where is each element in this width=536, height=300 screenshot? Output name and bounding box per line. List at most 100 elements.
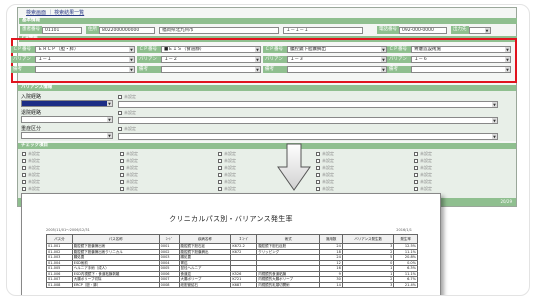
severity-detail-select[interactable]	[118, 133, 498, 140]
note-label: 備考	[11, 66, 35, 73]
table-cell: 内視鏡的乳頭切開術	[256, 281, 321, 288]
variance-panel: 入院経路 未設定 退院経路 未設定 重症区分 未設定	[18, 91, 516, 141]
note-select[interactable]	[411, 66, 511, 73]
check-item[interactable]: 未設定	[120, 172, 138, 178]
check-item-label: 未設定	[126, 186, 138, 191]
check-item[interactable]: 未設定	[22, 158, 40, 164]
cp-number-label: ＣＰ番号	[387, 46, 411, 53]
admission-route-select[interactable]	[21, 100, 113, 107]
check-item[interactable]: 未設定	[22, 151, 40, 157]
patient-id-label: 患者番号	[20, 26, 42, 34]
table-cell: 21.4%	[393, 281, 418, 288]
check-item[interactable]: 未設定	[414, 179, 432, 185]
variance-select[interactable]: １－３	[287, 56, 387, 63]
check-item[interactable]: 未設定	[218, 165, 236, 171]
check-item-label: 未設定	[28, 158, 40, 163]
check-item[interactable]: 未設定	[22, 165, 40, 171]
check-item[interactable]: 未設定	[316, 172, 334, 178]
check-item[interactable]: 未設定	[120, 179, 138, 185]
table-header-cell: パス名称	[71, 234, 160, 244]
city-field[interactable]: 福岡県北九州市	[159, 26, 279, 34]
check-item[interactable]: 未設定	[414, 186, 432, 192]
check-item[interactable]: 未設定	[120, 186, 138, 192]
check-item[interactable]: 未設定	[316, 186, 334, 192]
checkbox	[218, 159, 222, 163]
discharge-option[interactable]: 未設定	[118, 110, 136, 116]
check-item-label: 未設定	[28, 179, 40, 184]
checkbox	[316, 166, 320, 170]
variance-label: バリアンス	[263, 56, 287, 69]
check-item[interactable]: 未設定	[316, 165, 334, 171]
check-item[interactable]: 未設定	[414, 151, 432, 157]
check-item-label: 未設定	[420, 158, 432, 163]
check-item[interactable]: 未設定	[120, 165, 138, 171]
check-item-label: 未設定	[28, 151, 40, 156]
checkbox	[120, 159, 124, 163]
checkbox	[22, 152, 26, 156]
patient-id-field[interactable]: 01101	[42, 26, 82, 34]
checkbox	[316, 159, 320, 163]
checkbox	[218, 173, 222, 177]
check-item-label: 未設定	[420, 165, 432, 170]
cp-number-select[interactable]: 胃瘻造設術施	[411, 46, 511, 53]
check-item-label: 未設定	[126, 165, 138, 170]
severity-option[interactable]: 未設定	[118, 126, 136, 132]
discharge-route-select[interactable]	[21, 116, 113, 123]
check-item[interactable]: 未設定	[218, 186, 236, 192]
address2-field[interactable]: １－１－１	[283, 26, 363, 34]
discharge-route-label: 退院経路	[21, 110, 42, 116]
check-item[interactable]: 未設定	[414, 165, 432, 171]
check-item[interactable]: 未設定	[22, 179, 40, 185]
variance-select[interactable]: １－６	[411, 56, 511, 63]
note-select[interactable]	[35, 66, 135, 73]
screenshot-frame: 検索画面 ｜ 検索結果一覧 基本情報 患者番号 01101 住所 8022000…	[6, 4, 530, 296]
check-item[interactable]: 未設定	[22, 172, 40, 178]
phone-field[interactable]: 092-000-0000	[399, 26, 447, 34]
check-item[interactable]: 未設定	[120, 151, 138, 157]
check-item[interactable]: 未設定	[414, 158, 432, 164]
severity-select[interactable]	[21, 132, 113, 139]
check-item[interactable]: 未設定	[218, 172, 236, 178]
variance-select[interactable]: １－２	[161, 56, 261, 63]
report-print-date: 2016/1/1	[396, 228, 412, 232]
check-item[interactable]: 未設定	[218, 151, 236, 157]
checkbox	[414, 173, 418, 177]
checkbox	[22, 173, 26, 177]
postal-field[interactable]: 8022000000000	[99, 26, 155, 34]
admission-route-label: 入院経路	[21, 94, 42, 100]
check-item[interactable]: 未設定	[218, 158, 236, 164]
check-item-label: 未設定	[322, 151, 334, 156]
admission-detail-select[interactable]	[118, 101, 498, 108]
checkbox	[218, 187, 222, 191]
check-item[interactable]: 未設定	[120, 158, 138, 164]
cp-number-select[interactable]: 腹腔鏡下胆嚢摘出	[287, 46, 387, 53]
table-cell: 3	[341, 281, 395, 288]
table-header-cell: ｺｰﾄﾞ	[158, 234, 180, 244]
check-item[interactable]: 未設定	[414, 172, 432, 178]
check-item-label: 未設定	[224, 179, 236, 184]
note-select[interactable]	[287, 66, 387, 73]
cp-number-select[interactable]: ＥＲＣＰ（胆・膵）	[35, 46, 135, 53]
admission-option[interactable]: 未設定	[118, 94, 136, 100]
check-item[interactable]: 未設定	[316, 179, 334, 185]
note-select[interactable]	[161, 66, 261, 73]
check-item-label: 未設定	[420, 172, 432, 177]
report-date-range: 2005/11/01～2006/12/31	[46, 228, 90, 232]
breadcrumb-links[interactable]: 検索画面 ｜ 検索結果一覧	[26, 9, 84, 16]
check-item[interactable]: 未設定	[316, 151, 334, 157]
variance-select[interactable]: １－１	[35, 56, 135, 63]
dept-select[interactable]	[468, 26, 491, 34]
cp-number-label: ＣＰ番号	[263, 46, 287, 53]
check-item-label: 未設定	[322, 165, 334, 170]
check-item[interactable]: 未設定	[22, 186, 40, 192]
check-item[interactable]: 未設定	[316, 158, 334, 164]
check-item-label: 未設定	[28, 165, 40, 170]
cp-number-select[interactable]: ■ＥＩＳ（食道静）	[161, 46, 261, 53]
checkbox	[22, 166, 26, 170]
discharge-detail-select[interactable]	[118, 117, 498, 124]
note-label: 備考	[387, 66, 411, 73]
variance-label: バリアンス	[11, 56, 35, 69]
check-item[interactable]: 未設定	[218, 179, 236, 185]
check-item-label: 未設定	[224, 186, 236, 191]
check-item-label: 未設定	[322, 179, 334, 184]
